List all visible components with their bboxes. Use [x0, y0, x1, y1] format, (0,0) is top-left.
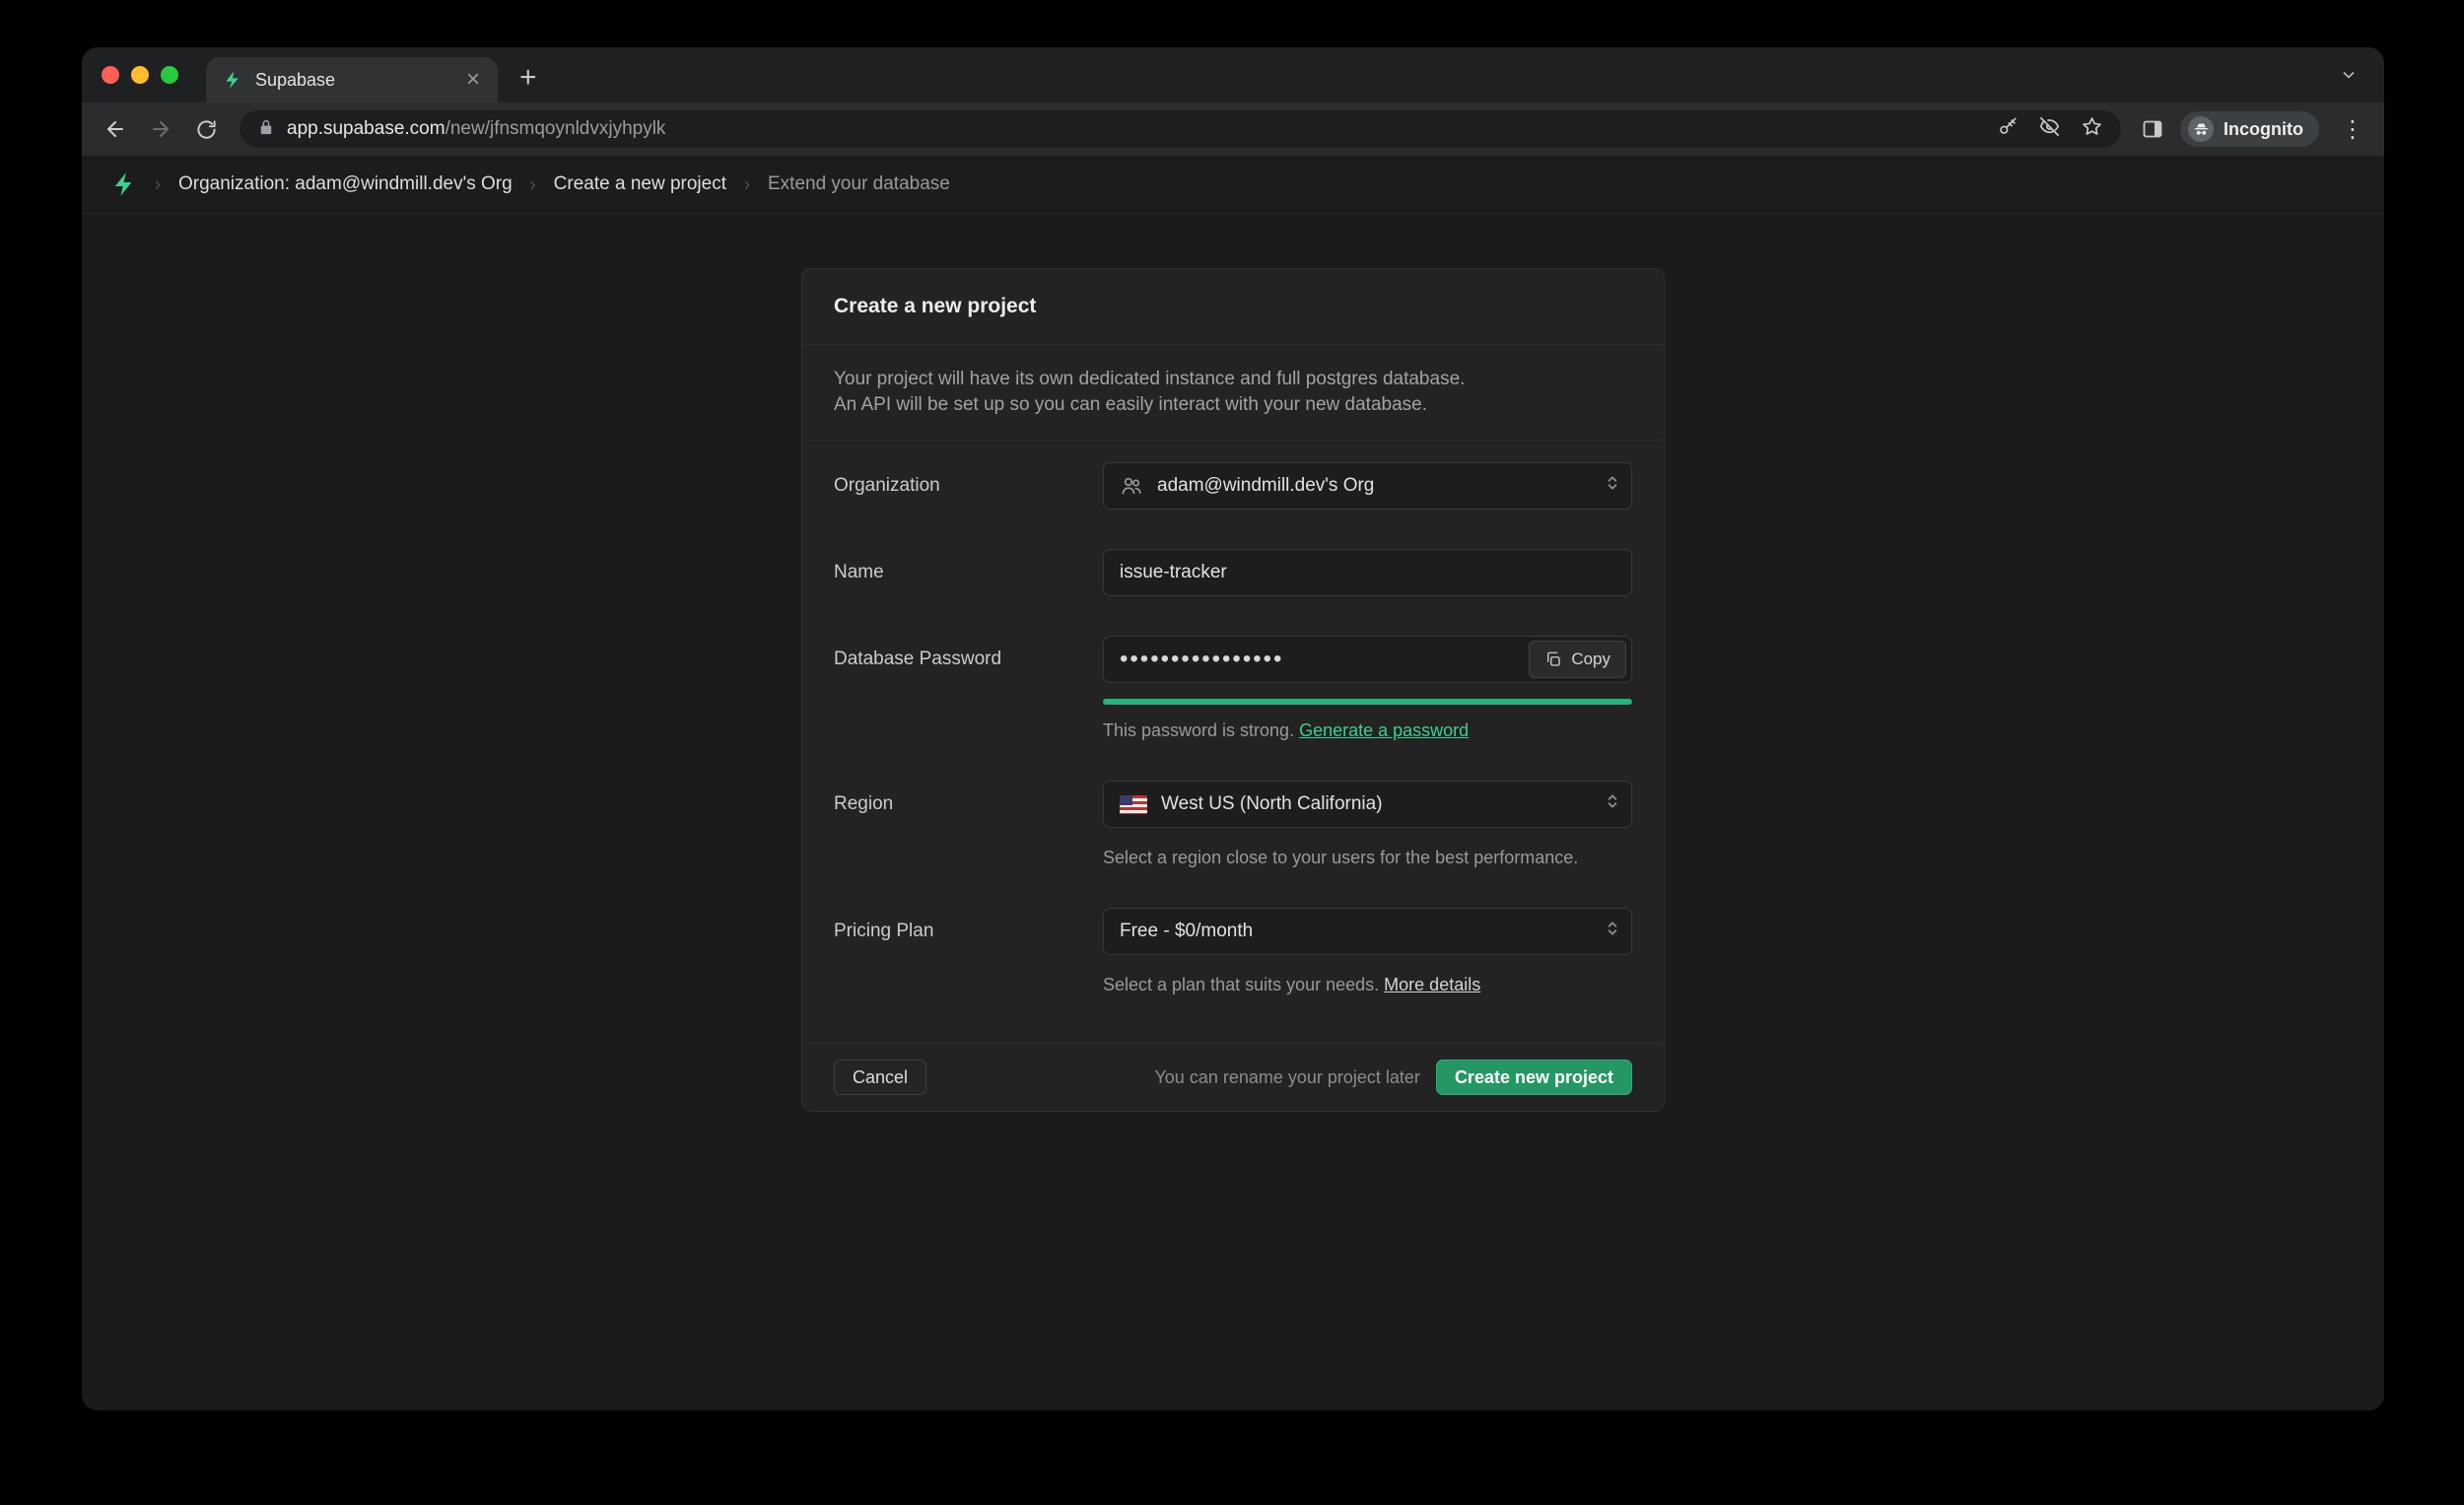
password-strength-bar: [1103, 699, 1632, 705]
copy-password-button[interactable]: Copy: [1529, 641, 1626, 678]
create-project-panel: Create a new project Your project will h…: [801, 268, 1665, 1112]
forward-button[interactable]: [141, 109, 180, 149]
panel-footer: Cancel You can rename your project later…: [802, 1043, 1664, 1111]
reload-button[interactable]: [186, 109, 226, 149]
password-row: Database Password Copy This password is: [834, 636, 1632, 741]
browser-tab-supabase[interactable]: Supabase ×: [206, 57, 498, 103]
app-header: › Organization: adam@windmill.dev's Org …: [82, 156, 2384, 214]
copy-icon: [1544, 650, 1562, 668]
description-line-1: Your project will have its own dedicated…: [834, 367, 1632, 392]
toolbar-right: Incognito ⋮: [2141, 111, 2370, 147]
tab-bar: Supabase × +: [82, 47, 2384, 103]
organization-row: Organization adam@windmill.dev's Org: [834, 462, 1632, 510]
side-panel-icon[interactable]: [2141, 117, 2164, 141]
region-value: West US (North California): [1161, 793, 1383, 815]
pricing-value: Free - $0/month: [1120, 921, 1253, 942]
organization-select[interactable]: adam@windmill.dev's Org: [1103, 462, 1632, 510]
breadcrumb-chevron-icon: ›: [530, 174, 536, 195]
us-flag-icon: [1120, 795, 1147, 814]
breadcrumb-extend-database: Extend your database: [768, 173, 950, 195]
password-manager-key-icon[interactable]: [1997, 116, 2019, 143]
create-new-project-button[interactable]: Create new project: [1436, 1060, 1632, 1095]
description-line-2: An API will be set up so you can easily …: [834, 392, 1632, 418]
pricing-hint: Select a plan that suits your needs. More…: [1103, 975, 1632, 995]
url-path: /new/jfnsmqoynldvxjyhpylk: [445, 118, 666, 139]
panel-title: Create a new project: [802, 269, 1664, 344]
site-info-lock-icon[interactable]: [257, 118, 275, 141]
tab-title: Supabase: [255, 70, 452, 91]
panel-description: Your project will have its own dedicated…: [802, 345, 1664, 440]
browser-menu-icon[interactable]: ⋮: [2335, 115, 2370, 144]
maximize-window-button[interactable]: [161, 66, 178, 84]
breadcrumb-create-project[interactable]: Create a new project: [554, 173, 726, 195]
traffic-lights: [102, 47, 178, 103]
new-tab-button[interactable]: +: [519, 63, 537, 93]
strength-message: This password is strong.: [1103, 720, 1294, 740]
tab-search-chevron-icon[interactable]: [2339, 65, 2359, 90]
select-chevrons-icon: [1604, 792, 1621, 816]
pricing-select[interactable]: Free - $0/month: [1103, 908, 1632, 955]
rename-note: You can rename your project later: [1154, 1067, 1420, 1088]
password-label: Database Password: [834, 636, 1103, 741]
back-button[interactable]: [96, 109, 135, 149]
region-label: Region: [834, 781, 1103, 868]
url-domain: app.supabase.com: [287, 118, 445, 139]
project-form: Organization adam@windmill.dev's Org: [802, 441, 1664, 1043]
organization-label: Organization: [834, 462, 1103, 510]
breadcrumb-organization[interactable]: Organization: adam@windmill.dev's Org: [178, 173, 513, 195]
password-strength-text: This password is strong.Generate a passw…: [1103, 720, 1632, 741]
project-name-input[interactable]: [1103, 549, 1632, 596]
incognito-label: Incognito: [2224, 119, 2303, 140]
region-hint: Select a region close to your users for …: [1103, 848, 1632, 868]
tab-close-icon[interactable]: ×: [464, 68, 482, 92]
browser-toolbar: app.supabase.com/new/jfnsmqoynldvxjyhpyl…: [82, 103, 2384, 156]
region-select[interactable]: West US (North California): [1103, 781, 1632, 828]
select-chevrons-icon: [1604, 474, 1621, 498]
pricing-row: Pricing Plan Free - $0/month Select a pl…: [834, 908, 1632, 995]
pricing-label: Pricing Plan: [834, 908, 1103, 995]
incognito-badge[interactable]: Incognito: [2180, 111, 2319, 147]
browser-window: Supabase × + app.supabase.com/new/jfnsmq…: [82, 47, 2384, 1410]
omnibox-trailing-icons: [1997, 115, 2103, 143]
supabase-logo-icon[interactable]: [111, 171, 137, 197]
region-row: Region West US (North California) Select…: [834, 781, 1632, 868]
incognito-icon: [2188, 116, 2214, 142]
bookmark-star-icon[interactable]: [2081, 115, 2103, 143]
app-main: Create a new project Your project will h…: [82, 214, 2384, 1410]
name-row: Name: [834, 549, 1632, 596]
organization-value: adam@windmill.dev's Org: [1157, 475, 1374, 497]
address-bar[interactable]: app.supabase.com/new/jfnsmqoynldvxjyhpyl…: [240, 110, 2121, 148]
cancel-button[interactable]: Cancel: [834, 1060, 926, 1095]
copy-label: Copy: [1571, 650, 1610, 669]
select-chevrons-icon: [1604, 920, 1621, 943]
eye-off-icon[interactable]: [2038, 115, 2061, 143]
generate-password-link[interactable]: Generate a password: [1299, 720, 1469, 740]
breadcrumb-chevron-icon: ›: [744, 174, 750, 195]
supabase-favicon-icon: [222, 69, 243, 91]
pricing-hint-text: Select a plan that suits your needs.: [1103, 975, 1379, 994]
name-label: Name: [834, 549, 1103, 596]
supabase-app: › Organization: adam@windmill.dev's Org …: [82, 156, 2384, 1410]
more-details-link[interactable]: More details: [1384, 975, 1480, 994]
breadcrumb-chevron-icon: ›: [155, 174, 161, 195]
close-window-button[interactable]: [102, 66, 119, 84]
users-icon: [1120, 474, 1143, 498]
minimize-window-button[interactable]: [131, 66, 149, 84]
url-text: app.supabase.com/new/jfnsmqoynldvxjyhpyl…: [287, 118, 1973, 140]
